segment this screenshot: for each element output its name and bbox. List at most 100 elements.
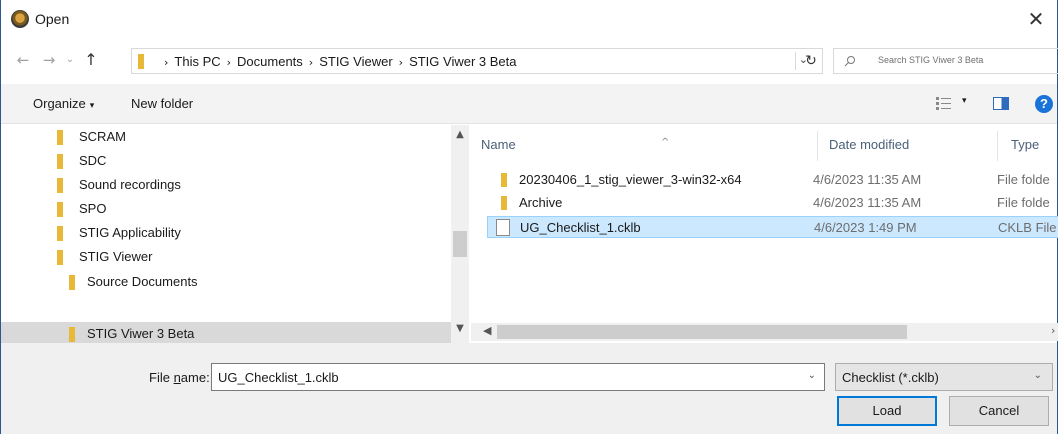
nav-item-label: SPO — [79, 201, 107, 216]
back-button[interactable]: ← — [13, 48, 33, 72]
scroll-right-icon[interactable]: › — [1051, 324, 1055, 337]
folder-icon — [138, 54, 144, 69]
file-row-selected[interactable]: UG_Checklist_1.cklb 4/6/2023 1:49 PM CKL… — [487, 216, 1058, 238]
folder-icon — [57, 250, 63, 265]
breadcrumb-this-pc[interactable]: This PC — [174, 54, 220, 69]
nav-item-source-documents[interactable]: Source Documents — [1, 270, 451, 294]
file-type: CKLB File — [998, 220, 1057, 235]
divider — [795, 52, 796, 70]
file-row[interactable]: 20230406_1_stig_viewer_3-win32-x64 4/6/2… — [487, 169, 1058, 191]
file-date: 4/6/2023 11:35 AM — [813, 195, 922, 210]
nav-item-stig-viwer-3-beta[interactable]: STIG Viwer 3 Beta — [1, 322, 451, 343]
command-bar: Organize ▾ New folder ▾ ? — [1, 84, 1057, 124]
sort-ascending-icon: ^ — [661, 137, 670, 148]
dialog-footer: File name: UG_Checklist_1.cklb ⌄ Checkli… — [1, 343, 1057, 434]
scroll-down-icon[interactable]: ▼ — [451, 323, 469, 334]
file-list-horizontal-scrollbar[interactable]: ◀ › — [471, 323, 1058, 341]
breadcrumb-separator-icon: › — [398, 56, 404, 69]
folder-icon — [69, 275, 75, 290]
file-type: File folde — [997, 195, 1050, 210]
column-divider[interactable] — [997, 131, 998, 161]
folder-icon — [57, 202, 63, 217]
column-divider[interactable] — [817, 131, 818, 161]
file-name: Archive — [519, 195, 563, 210]
file-type: File folde — [997, 172, 1050, 187]
document-icon — [496, 219, 510, 236]
nav-item-sdc[interactable]: SDC — [1, 149, 451, 173]
address-box[interactable]: › This PC › Documents › STIG Viewer › STIG Viwe… — [131, 48, 823, 74]
arrow-up-icon: ↑ — [84, 50, 98, 69]
nav-item-stig-viewer[interactable]: STIG Viewer — [1, 245, 451, 269]
file-type-value: Checklist (*.cklb) — [842, 370, 939, 385]
refresh-icon: ↻ — [805, 53, 817, 69]
file-name-value: UG_Checklist_1.cklb — [218, 370, 339, 385]
file-date: 4/6/2023 1:49 PM — [814, 220, 917, 235]
load-button[interactable]: Load — [837, 396, 937, 426]
nav-item-spo[interactable]: SPO — [1, 197, 451, 221]
nav-vertical-scrollbar[interactable]: ▲ ▼ — [451, 125, 469, 343]
column-header-date-modified[interactable]: Date modified — [829, 137, 909, 152]
view-options-caret-icon[interactable]: ▾ — [962, 96, 967, 106]
nav-item-scram[interactable]: SCRAM — [1, 125, 451, 149]
help-icon[interactable]: ? — [1035, 95, 1053, 113]
chevron-down-icon[interactable]: ⌄ — [808, 370, 816, 381]
scrollbar-thumb[interactable] — [497, 325, 907, 339]
scroll-left-icon[interactable]: ◀ — [483, 324, 491, 337]
preview-pane-icon[interactable] — [993, 97, 1009, 110]
arrow-left-icon: ← — [16, 51, 30, 69]
breadcrumb-separator-icon: › — [226, 56, 232, 69]
nav-item-sound-recordings[interactable]: Sound recordings — [1, 173, 451, 197]
close-button[interactable]: ✕ — [1021, 4, 1051, 34]
organize-button[interactable]: Organize ▾ — [33, 96, 94, 111]
caret-down-icon: ▾ — [89, 101, 95, 111]
nav-item-label: STIG Viwer 3 Beta — [87, 326, 195, 341]
search-icon — [844, 56, 855, 67]
file-list: Name ^ Date modified Type 20230406_1_stig… — [471, 125, 1058, 325]
address-bar-row: ← → ⌄ ↑ › This PC › Documents › STIG Viewer › S… — [1, 40, 1058, 80]
column-header-name[interactable]: Name ^ — [481, 137, 669, 152]
nav-item-label: Sound recordings — [79, 177, 181, 192]
folder-icon — [69, 327, 75, 342]
file-type-select[interactable]: Checklist (*.cklb) ⌄ — [835, 363, 1053, 391]
nav-item-label: SCRAM — [79, 129, 126, 144]
nav-item-label: STIG Viewer — [79, 249, 153, 264]
open-dialog: Open ✕ ← → ⌄ ↑ › This PC › Documents › STIG V… — [0, 0, 1058, 434]
column-name-label: Name — [481, 137, 516, 152]
file-name-field[interactable]: UG_Checklist_1.cklb ⌄ — [211, 363, 825, 391]
search-placeholder: Search STIG Viwer 3 Beta — [878, 55, 984, 65]
close-icon: ✕ — [1027, 7, 1045, 31]
file-name-label: File name: — [149, 370, 210, 385]
scroll-up-icon[interactable]: ▲ — [451, 129, 469, 140]
window-title: Open — [35, 11, 70, 27]
breadcrumb-stig-viwer-3-beta[interactable]: STIG Viwer 3 Beta — [409, 54, 516, 69]
app-icon — [11, 10, 29, 28]
new-folder-button[interactable]: New folder — [131, 96, 193, 111]
chevron-down-icon: ⌄ — [1033, 370, 1042, 381]
column-header-type[interactable]: Type — [1011, 137, 1039, 152]
nav-item-label: STIG Applicability — [79, 225, 181, 240]
folder-icon — [501, 196, 507, 210]
folder-icon — [57, 130, 63, 145]
breadcrumb-documents[interactable]: Documents — [237, 54, 303, 69]
scrollbar-thumb[interactable] — [453, 231, 467, 257]
forward-button[interactable]: → — [39, 48, 59, 72]
recent-locations-button[interactable]: ⌄ — [63, 48, 77, 72]
nav-item-stig-applicability[interactable]: STIG Applicability — [1, 221, 451, 245]
title-bar: Open ✕ — [1, 0, 1057, 40]
breadcrumb-stig-viewer[interactable]: STIG Viewer — [319, 54, 392, 69]
breadcrumb-separator-icon: › — [308, 56, 314, 69]
up-button[interactable]: ↑ — [81, 48, 101, 72]
refresh-button[interactable]: ↻ — [799, 48, 823, 74]
cancel-button[interactable]: Cancel — [949, 396, 1049, 426]
file-name: 20230406_1_stig_viewer_3-win32-x64 — [519, 172, 742, 187]
search-input[interactable]: Search STIG Viwer 3 Beta — [833, 48, 1058, 74]
nav-item-label: SDC — [79, 153, 107, 168]
breadcrumb: › This PC › Documents › STIG Viewer › STIG Viwe… — [158, 54, 516, 69]
folder-icon — [57, 226, 63, 241]
folder-icon — [501, 173, 507, 187]
navigation-pane: SCRAM SDC Sound recordings SPO STIG Appl… — [1, 125, 471, 343]
change-view-icon[interactable] — [935, 96, 953, 112]
file-row[interactable]: Archive 4/6/2023 11:35 AM File folde — [487, 192, 1058, 214]
nav-item-label: Source Documents — [87, 274, 198, 289]
file-name: UG_Checklist_1.cklb — [520, 220, 641, 235]
